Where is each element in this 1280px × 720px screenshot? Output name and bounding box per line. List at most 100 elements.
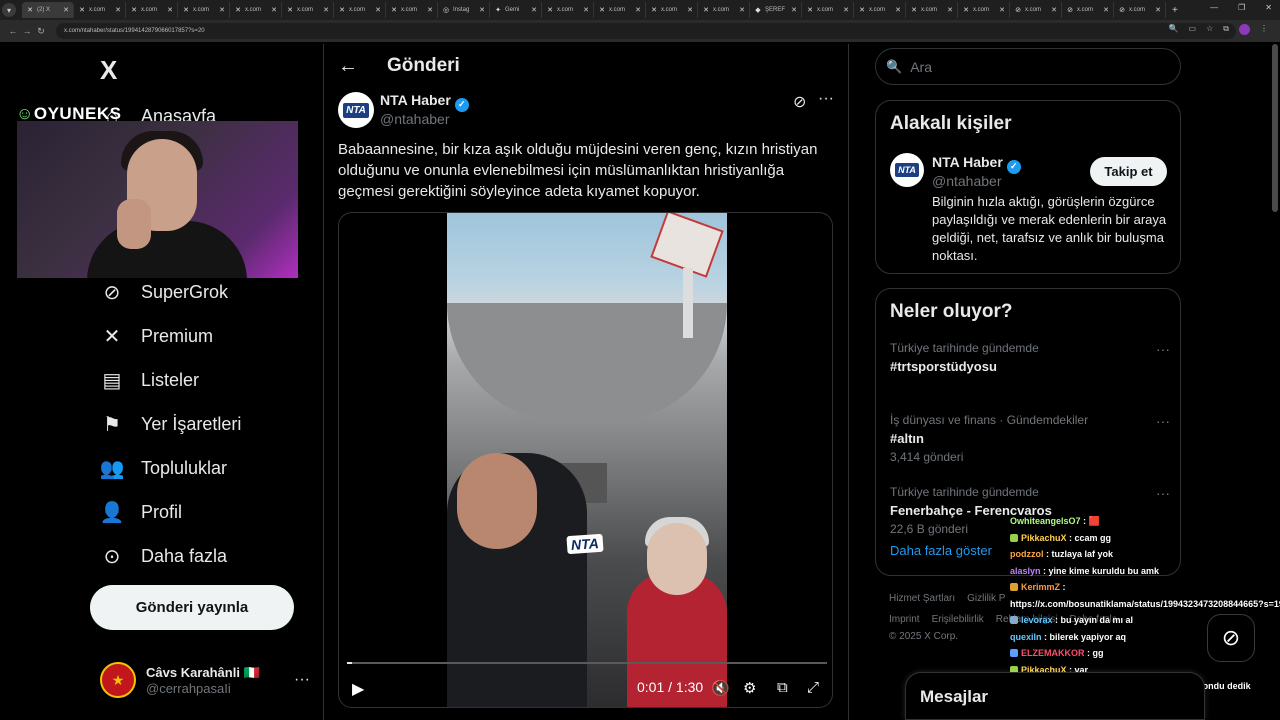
account-more-icon[interactable]: ··· [294,671,310,689]
footer-link[interactable]: Gizlilik P [967,593,1005,604]
x-logo-icon[interactable]: X [100,55,117,86]
browser-tab[interactable]: ✕ x.com ✕ [282,2,334,18]
picture-in-picture-icon[interactable]: ⧉ [777,679,788,696]
trend-more-icon[interactable]: ··· [1156,413,1170,429]
close-tab-icon[interactable]: ✕ [1103,6,1109,14]
browser-profile-avatar[interactable] [1239,24,1250,35]
browser-tab[interactable]: ✕ (2) X ✕ [22,2,74,18]
video-player[interactable]: NTA ▶ 0:01 / 1:30 🔇 ⚙ ⧉ ⤢ [338,212,833,708]
browser-tab[interactable]: ✕ x.com ✕ [542,2,594,18]
close-tab-icon[interactable]: ✕ [219,6,225,14]
browser-tab[interactable]: ✕ x.com ✕ [906,2,958,18]
browser-tab[interactable]: ✕ x.com ✕ [802,2,854,18]
author-handle[interactable]: @ntahaber [380,111,449,127]
browser-tab[interactable]: ✕ x.com ✕ [958,2,1010,18]
bookmark-star-icon[interactable]: ☆ [1206,24,1213,35]
back-nav-icon[interactable]: ← [6,26,20,36]
close-tab-icon[interactable]: ✕ [895,6,901,14]
close-tab-icon[interactable]: ✕ [115,6,121,14]
sidebar-item-daha-fazla[interactable]: ⊙ Daha fazla [100,541,227,571]
close-tab-icon[interactable]: ✕ [635,6,641,14]
close-tab-icon[interactable]: ✕ [583,6,589,14]
close-window-icon[interactable]: ✕ [1265,3,1272,12]
grok-icon[interactable]: ⊘ [793,92,806,112]
browser-tab[interactable]: ✕ x.com ✕ [178,2,230,18]
grok-floating-button[interactable]: ⊘ [1207,614,1255,662]
sidebar-item-supergrok[interactable]: ⊘ SuperGrok [100,277,228,307]
sidebar-item-topluluklar[interactable]: 👥 Topluluklar [100,453,228,483]
close-tab-icon[interactable]: ✕ [479,6,485,14]
sidebar-item-profil[interactable]: 👤 Profil [100,497,182,527]
browser-tab[interactable]: ⊘ x.com ✕ [1010,2,1062,18]
browser-tab[interactable]: ✕ x.com ✕ [386,2,438,18]
forward-nav-icon[interactable]: → [20,26,34,36]
close-tab-icon[interactable]: ✕ [63,6,69,14]
browser-tab[interactable]: ✕ x.com ✕ [854,2,906,18]
close-tab-icon[interactable]: ✕ [687,6,693,14]
close-tab-icon[interactable]: ✕ [999,6,1005,14]
new-tab-button[interactable]: + [1172,5,1178,16]
trend-item[interactable]: İş dünyası ve finans · Gündemdekiler #alt… [890,413,1170,464]
account-switcher[interactable]: ★ Câvs Karahânli 🇮🇹 @cerrahpasaIi ··· [100,660,310,700]
browser-tab[interactable]: ◎ Instag ✕ [438,2,490,18]
close-tab-icon[interactable]: ✕ [167,6,173,14]
more-options-icon[interactable]: ··· [818,90,834,108]
browser-tab[interactable]: ✕ x.com ✕ [334,2,386,18]
minimize-icon[interactable]: — [1210,3,1218,12]
browser-tab[interactable]: ✦ Gemi ✕ [490,2,542,18]
post-button[interactable]: Gönderi yayınla [90,585,294,630]
reload-icon[interactable]: ↻ [34,26,48,37]
footer-link[interactable]: Imprint [889,614,920,625]
browser-tab[interactable]: ✕ x.com ✕ [74,2,126,18]
video-frame[interactable]: NTA [447,213,727,707]
settings-gear-icon[interactable]: ⚙ [743,679,756,697]
video-progress-bar[interactable] [347,662,827,664]
sidebar-item-yer-i-şaretleri[interactable]: ⚑ Yer İşaretleri [100,409,241,439]
close-tab-icon[interactable]: ✕ [427,6,433,14]
zoom-icon[interactable]: 🔍 [1169,24,1179,35]
browser-tab[interactable]: ✕ x.com ✕ [126,2,178,18]
browser-tab[interactable]: ✕ x.com ✕ [698,2,750,18]
related-avatar[interactable]: NTA [890,153,924,187]
related-name[interactable]: NTA Haber ✓ [932,154,1021,174]
close-tab-icon[interactable]: ✕ [947,6,953,14]
cast-icon[interactable]: ▭ [1189,24,1197,35]
browser-tab[interactable]: ◆ ŞEREF ✕ [750,2,802,18]
sidebar-item-listeler[interactable]: ▤ Listeler [100,365,199,395]
search-box[interactable]: 🔍 [875,48,1181,85]
messages-drawer[interactable]: Mesajlar [905,672,1205,720]
restore-icon[interactable]: ❐ [1238,3,1245,12]
browser-tab[interactable]: ⊘ x.com ✕ [1114,2,1166,18]
footer-link[interactable]: Hizmet Şartları [889,593,955,604]
close-tab-icon[interactable]: ✕ [323,6,329,14]
related-handle[interactable]: @ntahaber [932,173,1001,189]
trend-item[interactable]: Türkiye tarihinde gündemde #trtsporstüdyo… [890,341,1170,374]
tab-search-icon[interactable]: ▾ [2,3,16,17]
extensions-icon[interactable]: ⧉ [1223,24,1229,35]
show-more-link[interactable]: Daha fazla göster [890,543,992,558]
browser-tab[interactable]: ✕ x.com ✕ [594,2,646,18]
search-input[interactable] [910,58,1161,75]
close-tab-icon[interactable]: ✕ [739,6,745,14]
close-tab-icon[interactable]: ✕ [843,6,849,14]
close-tab-icon[interactable]: ✕ [271,6,277,14]
close-tab-icon[interactable]: ✕ [531,6,537,14]
page-scrollbar[interactable] [1272,44,1278,212]
browser-tab[interactable]: ⊘ x.com ✕ [1062,2,1114,18]
browser-menu-icon[interactable]: ⋮ [1260,24,1268,35]
mute-icon[interactable]: 🔇 [711,679,730,697]
close-tab-icon[interactable]: ✕ [375,6,381,14]
back-arrow-icon[interactable]: ← [338,55,358,78]
url-field[interactable]: x.com/ntahaber/status/199414287906601785… [56,23,1236,39]
trend-more-icon[interactable]: ··· [1156,341,1170,357]
play-icon[interactable]: ▶ [352,679,364,699]
sidebar-item-premium[interactable]: ✕ Premium [100,321,213,351]
footer-link[interactable]: Erişilebilirlik [932,614,984,625]
follow-button[interactable]: Takip et [1090,157,1167,186]
trend-more-icon[interactable]: ··· [1156,485,1170,501]
close-tab-icon[interactable]: ✕ [791,6,797,14]
close-tab-icon[interactable]: ✕ [1155,6,1161,14]
browser-tab[interactable]: ✕ x.com ✕ [230,2,282,18]
author-name[interactable]: NTA Haber ✓ [380,92,469,112]
browser-tab[interactable]: ✕ x.com ✕ [646,2,698,18]
